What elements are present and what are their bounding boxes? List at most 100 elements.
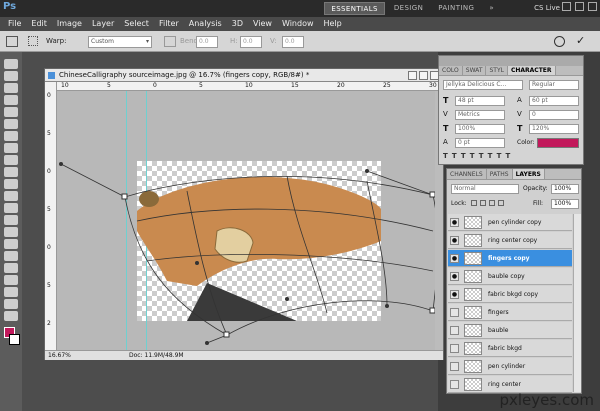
hand-tool-icon[interactable] <box>4 299 18 309</box>
layer-row[interactable]: ● fingers copy <box>448 250 572 267</box>
blend-mode-dropdown[interactable]: Normal <box>451 184 519 194</box>
menu-item-image[interactable]: Image <box>52 17 87 31</box>
layer-row[interactable]: ● ring center copy <box>448 232 572 249</box>
history-brush-tool-icon[interactable] <box>4 167 18 177</box>
maximize-icon[interactable] <box>575 2 584 11</box>
menu-item-select[interactable]: Select <box>119 17 154 31</box>
baseline-shift-input[interactable]: 0 pt <box>455 138 505 148</box>
bend-input[interactable]: 0.0 <box>196 36 218 48</box>
tab-colo[interactable]: COLO <box>439 66 463 75</box>
menu-item-edit[interactable]: Edit <box>26 17 52 31</box>
3d-rotate-tool-icon[interactable] <box>4 275 18 285</box>
font-style-dropdown[interactable]: Regular <box>529 80 579 90</box>
menu-item-3d[interactable]: 3D <box>227 17 248 31</box>
v-input[interactable]: 0.0 <box>282 36 304 48</box>
eye-icon[interactable]: ● <box>450 290 459 299</box>
canvas-pasteboard[interactable] <box>57 91 435 350</box>
document-title[interactable]: ChineseCalligraphy sourceimage.jpg @ 16.… <box>45 69 443 82</box>
lock-position-icon[interactable] <box>489 200 495 206</box>
menu-item-file[interactable]: File <box>3 17 26 31</box>
tab-swat[interactable]: SWAT <box>462 66 487 75</box>
horizontal-scale-input[interactable]: 120% <box>529 124 579 134</box>
eye-icon[interactable] <box>450 308 459 317</box>
warp-tool-icon[interactable] <box>6 36 18 47</box>
cancel-transform-icon[interactable] <box>554 36 565 47</box>
menu-item-layer[interactable]: Layer <box>87 17 119 31</box>
workspace-button-1[interactable]: DESIGN <box>388 2 429 15</box>
font-size-input[interactable]: 48 pt <box>455 96 505 106</box>
workspace-button-0[interactable]: ESSENTIALS <box>324 2 385 15</box>
commit-transform-icon[interactable]: ✓ <box>576 35 588 47</box>
clone-stamp-tool-icon[interactable] <box>4 155 18 165</box>
zoom-level[interactable]: 16.67% <box>48 351 71 361</box>
layer-row[interactable]: bauble <box>448 322 572 339</box>
lock-pixels-icon[interactable] <box>480 200 486 206</box>
gradient-tool-icon[interactable] <box>4 191 18 201</box>
layers-scrollbar[interactable] <box>573 214 581 392</box>
eye-icon[interactable]: ● <box>450 272 459 281</box>
type-style-buttons[interactable]: TTTTTTTT <box>443 152 514 160</box>
pen-tool-icon[interactable] <box>4 227 18 237</box>
text-color-swatch[interactable] <box>537 138 579 148</box>
warp-dropdown[interactable]: Custom ▾ <box>88 36 152 48</box>
menu-item-view[interactable]: View <box>248 17 277 31</box>
marquee-tool-icon[interactable] <box>4 71 18 81</box>
layer-row[interactable]: fingers <box>448 304 572 321</box>
h-input[interactable]: 0.0 <box>240 36 262 48</box>
eye-icon[interactable] <box>450 362 459 371</box>
tab-paths[interactable]: PATHS <box>486 169 513 179</box>
font-family-dropdown[interactable]: Jellyka Delicious C... <box>443 80 523 90</box>
crop-tool-icon[interactable] <box>4 107 18 117</box>
ruler-top[interactable]: 10 5 0 5 10 15 20 25 30 <box>57 82 443 91</box>
layer-row[interactable]: fabric bkgd <box>448 340 572 357</box>
vertical-scale-input[interactable]: 100% <box>455 124 505 134</box>
warp-artwork[interactable] <box>57 91 435 350</box>
type-tool-icon[interactable] <box>4 239 18 249</box>
brush-tool-icon[interactable] <box>4 143 18 153</box>
shape-tool-icon[interactable] <box>4 263 18 273</box>
path-select-tool-icon[interactable] <box>4 251 18 261</box>
reference-point-icon[interactable] <box>28 36 38 46</box>
cs-live-button[interactable]: CS Live <box>534 2 560 15</box>
minimize-icon[interactable] <box>408 71 417 80</box>
eye-icon[interactable] <box>450 344 459 353</box>
opacity-input[interactable]: 100% <box>551 184 579 194</box>
tab-layers[interactable]: LAYERS <box>512 169 545 179</box>
workspace-button-2[interactable]: PAINTING <box>432 2 480 15</box>
zoom-tool-icon[interactable] <box>4 311 18 321</box>
eye-icon[interactable]: ● <box>450 236 459 245</box>
eraser-tool-icon[interactable] <box>4 179 18 189</box>
tab-character[interactable]: CHARACTER <box>507 66 556 75</box>
lasso-tool-icon[interactable] <box>4 83 18 93</box>
eye-icon[interactable]: ● <box>450 254 459 263</box>
close-icon[interactable] <box>588 2 597 11</box>
warp-orientation-icon[interactable] <box>164 36 176 47</box>
blur-tool-icon[interactable] <box>4 203 18 213</box>
eyedropper-tool-icon[interactable] <box>4 119 18 129</box>
minimize-icon[interactable] <box>562 2 571 11</box>
healing-tool-icon[interactable] <box>4 131 18 141</box>
lock-all-icon[interactable] <box>498 200 504 206</box>
menu-item-filter[interactable]: Filter <box>154 17 184 31</box>
menu-item-analysis[interactable]: Analysis <box>184 17 227 31</box>
background-color-swatch[interactable] <box>9 334 20 345</box>
kerning-dropdown[interactable]: Metrics <box>455 110 505 120</box>
layer-row[interactable]: ● bauble copy <box>448 268 572 285</box>
tracking-dropdown[interactable]: 0 <box>529 110 579 120</box>
maximize-icon[interactable] <box>419 71 428 80</box>
tab-channels[interactable]: CHANNELS <box>447 169 487 179</box>
layer-row[interactable]: ● pen cylinder copy <box>448 214 572 231</box>
lock-transparency-icon[interactable] <box>471 200 477 206</box>
dodge-tool-icon[interactable] <box>4 215 18 225</box>
ruler-left[interactable]: 0 5 0 5 0 5 2 <box>45 82 57 350</box>
menu-item-help[interactable]: Help <box>319 17 347 31</box>
workspace-button-3[interactable]: » <box>483 2 500 15</box>
menu-item-window[interactable]: Window <box>277 17 319 31</box>
fill-input[interactable]: 100% <box>551 199 579 209</box>
tab-styl[interactable]: STYL <box>486 66 508 75</box>
3d-camera-tool-icon[interactable] <box>4 287 18 297</box>
layer-row[interactable]: ● fabric bkgd copy <box>448 286 572 303</box>
eye-icon[interactable] <box>450 380 459 389</box>
layer-row[interactable]: pen cylinder <box>448 358 572 375</box>
quick-select-tool-icon[interactable] <box>4 95 18 105</box>
